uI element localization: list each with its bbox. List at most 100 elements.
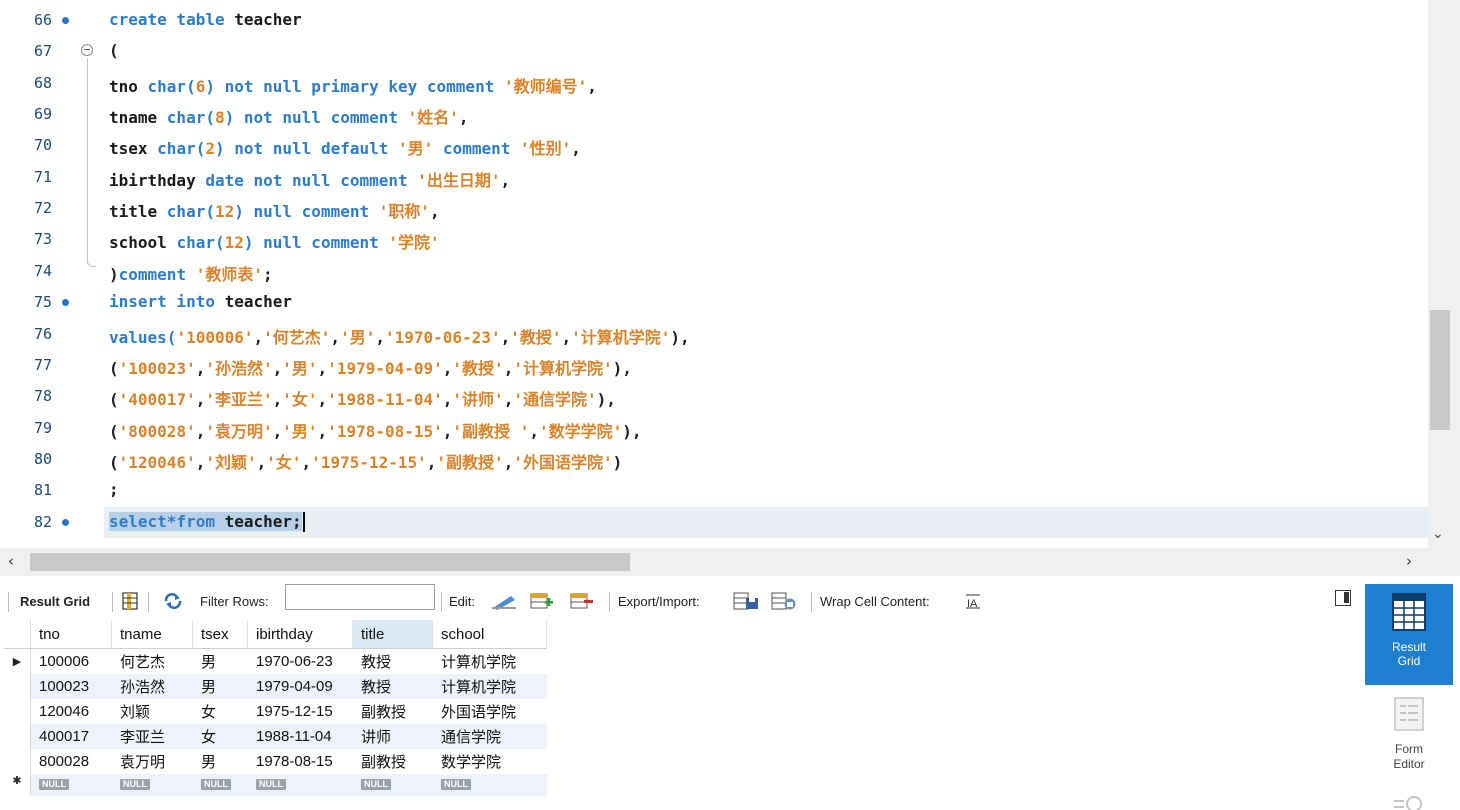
cell-school[interactable]: 计算机学院 — [432, 674, 547, 699]
editor-line[interactable]: 71 ibirthday date not null comment '出生日期'… — [0, 162, 1428, 193]
code-area[interactable]: insert into teacher — [104, 287, 1428, 318]
code-text[interactable]: tno char(6) not null primary key comment… — [109, 73, 597, 97]
code-text[interactable]: insert into teacher — [109, 292, 292, 311]
code-text[interactable]: values('100006','何艺杰','男','1970-06-23','… — [109, 324, 690, 348]
result-grid[interactable]: tno tname tsex ibirthday title school ▶ … — [0, 620, 1365, 810]
code-text[interactable]: ; — [109, 480, 119, 499]
code-area[interactable]: ('120046','刘颖','女','1975-12-15','副教授','外… — [104, 444, 1428, 475]
cell-ibirthday[interactable]: 1978-08-15 — [248, 749, 353, 774]
row-header[interactable] — [4, 674, 31, 699]
column-header-school[interactable]: school — [432, 620, 547, 649]
editor-line[interactable]: 73 school char(12) null comment '学院' — [0, 224, 1428, 255]
editor-line[interactable]: 70 tsex char(2) not null default '男' comm… — [0, 130, 1428, 161]
editor-line[interactable]: 66 create table teacher — [0, 5, 1428, 36]
sql-editor[interactable]: 66 create table teacher 67(68 tno char(6) n… — [0, 0, 1428, 548]
cell-tname[interactable]: 刘颖 — [112, 699, 193, 724]
cell-title[interactable]: 教授 — [352, 674, 433, 699]
editor-line[interactable]: 68 tno char(6) not null primary key comme… — [0, 68, 1428, 99]
cell-title[interactable]: 副教授 — [353, 749, 433, 774]
scroll-left-arrow-icon[interactable]: ‹ — [8, 552, 14, 570]
code-text[interactable]: ( — [109, 41, 119, 60]
editor-vertical-scrollbar[interactable] — [1428, 0, 1460, 548]
cell-tsex[interactable]: 男 — [193, 749, 248, 774]
table-row[interactable]: 400017 李亚兰 女 1988-11-04 讲师 通信学院 — [4, 724, 547, 749]
cell-school[interactable]: 通信学院 — [432, 724, 547, 749]
current-row-arrow-icon[interactable]: ▶ — [4, 648, 31, 674]
editor-line[interactable]: 77 ('100023','孙浩然','男','1979-04-09','教授',… — [0, 350, 1428, 381]
editor-line[interactable]: 78 ('400017','李亚兰','女','1988-11-04','讲师',… — [0, 381, 1428, 412]
export-icon[interactable] — [733, 592, 759, 610]
code-area[interactable]: ('100023','孙浩然','男','1979-04-09','教授','计… — [104, 350, 1428, 381]
code-area[interactable]: ibirthday date not null comment '出生日期', — [104, 162, 1428, 193]
code-text[interactable]: ('100023','孙浩然','男','1979-04-09','教授','计… — [109, 355, 632, 379]
editor-line[interactable]: 75 insert into teacher — [0, 287, 1428, 318]
code-text[interactable]: ('800028','袁万明','男','1978-08-15','副教授 ',… — [109, 418, 642, 442]
toggle-panel-icon[interactable] — [1335, 590, 1351, 606]
cell-tno[interactable]: 800028 — [31, 749, 112, 774]
new-row[interactable]: ✱ NULL NULL NULL NULL NULL NULL — [4, 774, 547, 796]
grid-layout-icon[interactable] — [121, 592, 141, 610]
column-header-ibirthday[interactable]: ibirthday — [247, 620, 353, 649]
code-text[interactable]: ('400017','李亚兰','女','1988-11-04','讲师','通… — [109, 386, 616, 410]
import-icon[interactable] — [771, 592, 797, 610]
cell-title[interactable]: 讲师 — [352, 724, 433, 749]
column-header-tname[interactable]: tname — [111, 620, 193, 649]
cell-ibirthday[interactable]: 1975-12-15 — [248, 699, 353, 724]
code-area[interactable]: create table teacher — [104, 5, 1428, 36]
code-area[interactable]: ; — [104, 475, 1428, 506]
cell-title[interactable]: 副教授 — [353, 699, 433, 724]
scroll-down-arrow-icon[interactable]: ⌄ — [1432, 526, 1444, 542]
column-header-tno[interactable]: tno — [30, 620, 112, 649]
table-row[interactable]: 100023 孙浩然 男 1979-04-09 教授 计算机学院 — [4, 674, 547, 699]
code-text[interactable]: ibirthday date not null comment '出生日期', — [109, 167, 510, 191]
row-header[interactable] — [4, 699, 31, 724]
editor-line[interactable]: 79 ('800028','袁万明','男','1978-08-15','副教授 … — [0, 413, 1428, 444]
cell-tname[interactable]: 何艺杰 — [112, 649, 193, 675]
form-editor-view-button[interactable]: Form Editor — [1365, 690, 1453, 780]
editor-line[interactable]: 81; — [0, 475, 1428, 506]
cell-ibirthday[interactable]: 1970-06-23 — [248, 649, 353, 675]
wrap-text-icon[interactable]: IA — [963, 592, 983, 610]
refresh-icon[interactable] — [163, 592, 183, 610]
cell-school[interactable]: 外国语学院 — [433, 699, 547, 724]
cell-ibirthday[interactable]: 1979-04-09 — [247, 674, 353, 699]
editor-horizontal-scroll-thumb[interactable] — [30, 553, 630, 571]
code-area[interactable]: title char(12) null comment '职称', — [104, 193, 1428, 224]
code-text[interactable]: tname char(8) not null comment '姓名', — [109, 104, 469, 128]
cell-ibirthday[interactable]: 1988-11-04 — [247, 724, 353, 749]
scroll-right-arrow-icon[interactable]: › — [1406, 552, 1412, 570]
editor-line[interactable]: 74)comment '教师表'; — [0, 256, 1428, 287]
field-types-icon[interactable] — [1392, 793, 1426, 810]
collapse-block-icon[interactable] — [81, 44, 93, 57]
code-area[interactable]: values('100006','何艺杰','男','1970-06-23','… — [104, 319, 1428, 350]
code-text[interactable]: )comment '教师表'; — [109, 261, 273, 285]
editor-line[interactable]: 67 ( — [0, 36, 1428, 67]
editor-line[interactable]: 76 values('100006','何艺杰','男','1970-06-23'… — [0, 319, 1428, 350]
delete-row-icon[interactable] — [570, 592, 594, 610]
cell-school[interactable]: 计算机学院 — [433, 649, 547, 675]
code-area[interactable]: school char(12) null comment '学院' — [104, 224, 1428, 255]
code-text[interactable]: tsex char(2) not null default '男' commen… — [109, 135, 581, 159]
cell-tno[interactable]: 120046 — [31, 699, 112, 724]
code-area[interactable]: ('800028','袁万明','男','1978-08-15','副教授 ',… — [104, 413, 1428, 444]
editor-line[interactable]: 72 title char(12) null comment '职称', — [0, 193, 1428, 224]
cell-school[interactable]: 数学学院 — [433, 749, 547, 774]
cell-tno[interactable]: 100023 — [30, 674, 112, 699]
editor-line[interactable]: 82 select*from teacher; — [0, 506, 1428, 538]
table-row[interactable]: ▶ 100006 何艺杰 男 1970-06-23 教授 计算机学院 — [4, 648, 547, 675]
cell-tsex[interactable]: 女 — [192, 724, 248, 749]
code-area[interactable]: tname char(8) not null comment '姓名', — [104, 99, 1428, 130]
code-area[interactable]: ( — [104, 36, 1428, 67]
code-text[interactable]: ('120046','刘颖','女','1975-12-15','副教授','外… — [109, 449, 622, 473]
column-header-tsex[interactable]: tsex — [192, 620, 248, 649]
cell-tname[interactable]: 李亚兰 — [111, 724, 193, 749]
code-area[interactable]: tsex char(2) not null default '男' commen… — [104, 130, 1428, 161]
code-area[interactable]: ('400017','李亚兰','女','1988-11-04','讲师','通… — [104, 381, 1428, 412]
code-area[interactable]: select*from teacher; — [104, 506, 1428, 538]
add-row-icon[interactable] — [530, 592, 554, 610]
table-row[interactable]: 800028 袁万明 男 1978-08-15 副教授 数学学院 — [4, 749, 547, 774]
code-area[interactable]: )comment '教师表'; — [104, 256, 1428, 287]
code-text[interactable]: title char(12) null comment '职称', — [109, 198, 440, 222]
cell-title[interactable]: 教授 — [353, 649, 433, 675]
cell-tno[interactable]: 100006 — [31, 649, 112, 675]
